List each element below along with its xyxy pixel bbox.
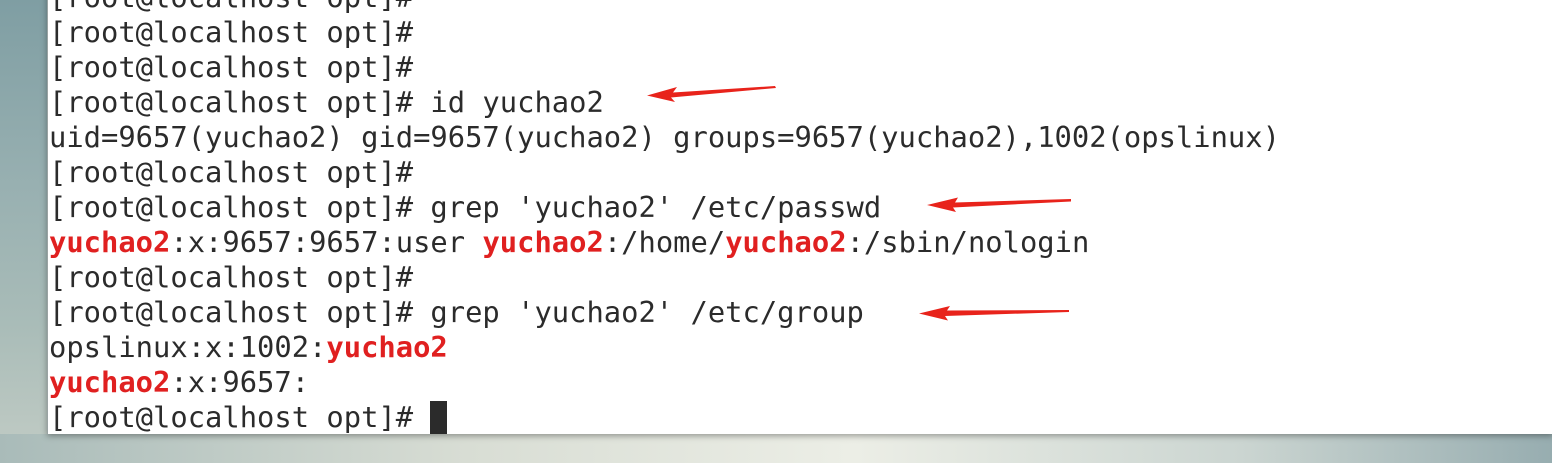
annotation-arrow-passwd bbox=[927, 197, 1071, 212]
terminal-text: [root@localhost opt]# bbox=[49, 260, 414, 294]
highlighted-match: yuchao2 bbox=[482, 225, 604, 259]
terminal-line: [root@localhost opt]# grep 'yuchao2' /et… bbox=[49, 190, 1280, 225]
terminal-output: [root@localhost opt]# [root@localhost opt… bbox=[49, 0, 1280, 434]
terminal-text: :/home/ bbox=[603, 225, 726, 259]
annotation-arrow-id bbox=[647, 86, 776, 102]
terminal-text: [root@localhost opt]# bbox=[49, 155, 414, 189]
terminal-text: [root@localhost opt]# grep 'yuchao2' /et… bbox=[49, 295, 864, 329]
terminal-line: yuchao2:x:9657:9657:user yuchao2:/home/y… bbox=[49, 225, 1280, 260]
terminal-line: [root@localhost opt]# bbox=[49, 50, 1280, 85]
terminal-line: [root@localhost opt]# bbox=[49, 400, 1280, 434]
terminal-text: [root@localhost opt]# grep 'yuchao2' /et… bbox=[49, 190, 882, 224]
text-cursor bbox=[430, 401, 448, 434]
annotation-arrow-group bbox=[919, 306, 1069, 321]
terminal-line: opslinux:x:1002:yuchao2 bbox=[49, 330, 1280, 365]
desktop-background-left bbox=[0, 0, 48, 463]
highlighted-match: yuchao2 bbox=[326, 330, 448, 364]
terminal-line: [root@localhost opt]# grep 'yuchao2' /et… bbox=[49, 295, 1280, 330]
terminal-line: [root@localhost opt]# bbox=[49, 15, 1280, 50]
terminal-text: :x:9657:9657:user bbox=[170, 225, 483, 259]
terminal-text: [root@localhost opt]# bbox=[49, 0, 413, 14]
terminal-line: [root@localhost opt]# bbox=[49, 260, 1280, 295]
terminal-text: uid=9657(yuchao2) gid=9657(yuchao2) grou… bbox=[49, 120, 1280, 154]
terminal-text: [root@localhost opt]# bbox=[49, 400, 431, 434]
terminal-text: [root@localhost opt]# bbox=[49, 15, 414, 49]
terminal-text: [root@localhost opt]# id yuchao2 bbox=[49, 85, 604, 119]
terminal-text: :/sbin/nologin bbox=[846, 225, 1090, 259]
terminal-line: [root@localhost opt]# bbox=[49, 0, 1280, 15]
terminal-text: :x:9657: bbox=[170, 365, 310, 399]
terminal-text: opslinux:x:1002: bbox=[49, 330, 327, 364]
highlighted-match: yuchao2 bbox=[49, 225, 171, 259]
highlighted-match: yuchao2 bbox=[725, 225, 847, 259]
highlighted-match: yuchao2 bbox=[49, 365, 171, 399]
terminal-window[interactable]: [root@localhost opt]# [root@localhost opt… bbox=[47, 0, 1552, 434]
terminal-line: [root@localhost opt]# bbox=[49, 155, 1280, 190]
desktop-background-bottom bbox=[0, 434, 1552, 463]
terminal-line: uid=9657(yuchao2) gid=9657(yuchao2) grou… bbox=[49, 120, 1280, 155]
terminal-text: [root@localhost opt]# bbox=[49, 50, 414, 84]
terminal-line: yuchao2:x:9657: bbox=[49, 365, 1280, 400]
